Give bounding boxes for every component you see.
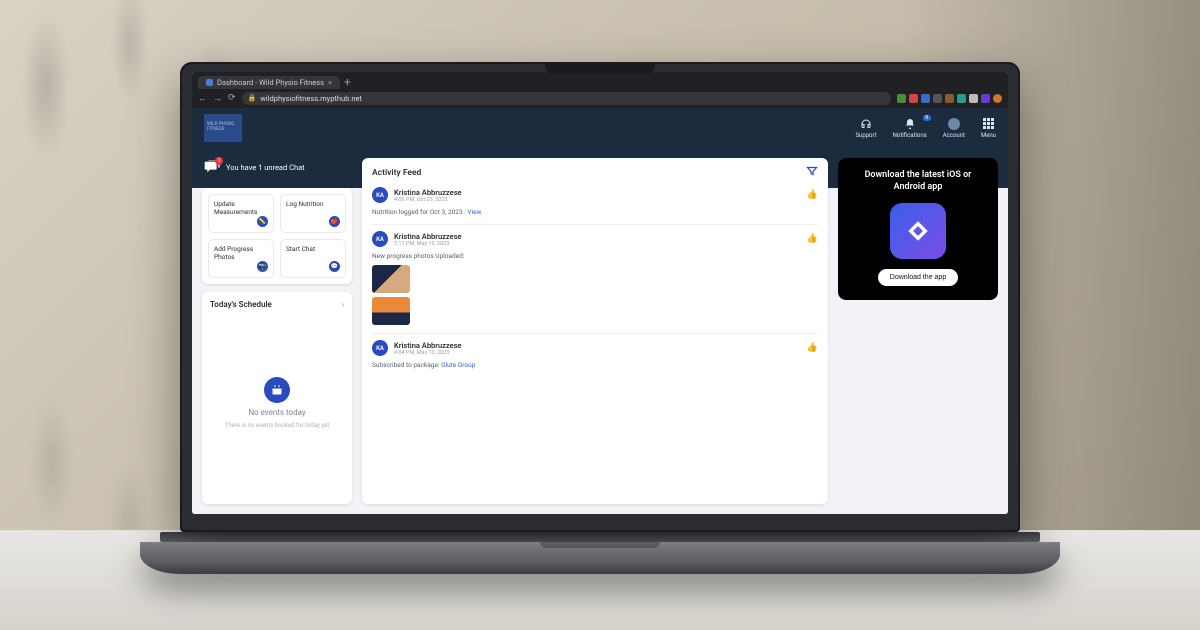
quick-actions: Update Measurements 📏 Log Nutrition 🍎 Ad…: [202, 188, 352, 284]
like-button[interactable]: 👍: [807, 343, 818, 353]
extension-icon[interactable]: [957, 94, 966, 103]
quick-action-label: Update Measurements: [214, 200, 268, 216]
feed-post: KA Kristina Abbruzzese 4:06 PM, Oct 03, …: [372, 187, 818, 216]
avatar[interactable]: KA: [372, 187, 388, 203]
post-text: New progress photos Uploaded:: [372, 252, 464, 260]
notifications-button[interactable]: 9 Notifications: [893, 118, 927, 139]
like-button[interactable]: 👍: [807, 234, 818, 244]
close-tab-icon[interactable]: ×: [328, 78, 332, 87]
notifications-label: Notifications: [893, 132, 927, 139]
notification-badge: 9: [923, 115, 931, 121]
calendar-icon: [264, 377, 290, 403]
lock-icon: 🔒: [248, 94, 257, 102]
avatar[interactable]: KA: [372, 231, 388, 247]
post-timestamp: 4:04 PM, May 10, 2023: [394, 350, 462, 356]
laptop-hinge: [160, 532, 1040, 542]
extension-icon[interactable]: [981, 94, 990, 103]
schedule-title: Today's Schedule: [210, 300, 272, 309]
log-nutrition-button[interactable]: Log Nutrition 🍎: [280, 194, 346, 233]
post-text: Nutrition logged for Oct 3, 2023 :: [372, 208, 467, 216]
chat-banner-text: You have 1 unread Chat: [226, 163, 305, 172]
camera-icon: 📷: [257, 261, 268, 272]
download-app-promo: Download the latest iOS or Android app D…: [838, 158, 998, 300]
todays-schedule-card: Today's Schedule › No events today There…: [202, 292, 352, 504]
extension-icon[interactable]: [909, 94, 918, 103]
activity-feed-title: Activity Feed: [372, 168, 421, 178]
chat-icon: 1: [204, 160, 220, 174]
feed-post: KA Kristina Abbruzzese 3:11 PM, May 10, …: [372, 224, 818, 325]
menu-label: Menu: [981, 132, 996, 139]
quick-action-label: Log Nutrition: [286, 200, 340, 208]
activity-feed: Activity Feed KA Kristina Abbruzzese: [362, 158, 828, 504]
app-icon: [890, 203, 946, 259]
post-author[interactable]: Kristina Abbruzzese: [394, 341, 462, 350]
quick-action-label: Start Chat: [286, 245, 340, 253]
progress-photo-thumbnail[interactable]: [372, 265, 410, 293]
update-measurements-button[interactable]: Update Measurements 📏: [208, 194, 274, 233]
app-header: WILD PHYSIO FITNESS Support: [192, 108, 1008, 148]
chat-icon: 💬: [329, 261, 340, 272]
post-author[interactable]: Kristina Abbruzzese: [394, 188, 462, 197]
post-timestamp: 4:06 PM, Oct 03, 2023: [394, 197, 462, 203]
promo-title: Download the latest iOS or Android app: [850, 170, 986, 193]
start-chat-button[interactable]: Start Chat 💬: [280, 239, 346, 278]
ruler-icon: 📏: [257, 216, 268, 227]
account-label: Account: [943, 132, 965, 139]
chat-count-badge: 1: [215, 157, 223, 165]
bell-icon: [904, 118, 916, 130]
url-text: wildphysiofitness.mypthub.net: [260, 94, 362, 103]
schedule-empty-title: No events today: [248, 408, 305, 417]
back-button[interactable]: ←: [198, 93, 207, 104]
progress-photo-thumbnail[interactable]: [372, 297, 410, 325]
headset-icon: [860, 118, 872, 130]
avatar-icon: [948, 118, 960, 130]
brand-logo[interactable]: WILD PHYSIO FITNESS: [204, 114, 242, 142]
profile-avatar-icon[interactable]: [993, 94, 1002, 103]
feed-post: KA Kristina Abbruzzese 4:04 PM, May 10, …: [372, 333, 818, 369]
extension-tray: [897, 94, 1002, 103]
post-timestamp: 3:11 PM, May 10, 2023: [394, 241, 462, 247]
favicon-icon: [206, 79, 213, 86]
like-button[interactable]: 👍: [807, 190, 818, 200]
add-progress-photos-button[interactable]: Add Progress Photos 📷: [208, 239, 274, 278]
laptop-base: [140, 542, 1060, 574]
grid-icon: [982, 118, 994, 130]
new-tab-button[interactable]: +: [344, 76, 351, 88]
extension-icon[interactable]: [945, 94, 954, 103]
account-button[interactable]: Account: [943, 118, 965, 139]
menu-button[interactable]: Menu: [981, 118, 996, 139]
filter-icon[interactable]: [806, 165, 818, 180]
unread-chat-banner[interactable]: 1 You have 1 unread Chat: [202, 158, 352, 180]
post-author[interactable]: Kristina Abbruzzese: [394, 232, 462, 241]
post-link[interactable]: View: [467, 208, 481, 216]
browser-chrome: Dashboard - Wild Physio Fitness × + ← → …: [192, 72, 1008, 108]
chevron-right-icon[interactable]: ›: [342, 300, 344, 309]
laptop-frame: Dashboard - Wild Physio Fitness × + ← → …: [180, 62, 1020, 574]
browser-tab[interactable]: Dashboard - Wild Physio Fitness ×: [198, 76, 340, 89]
avatar[interactable]: KA: [372, 340, 388, 356]
support-button[interactable]: Support: [855, 118, 876, 139]
extension-icon[interactable]: [897, 94, 906, 103]
schedule-empty-subtitle: There is no events booked for today yet: [225, 422, 330, 429]
laptop-notch: [545, 62, 655, 74]
reload-button[interactable]: ⟳: [228, 93, 236, 103]
post-link[interactable]: Glute Group: [441, 361, 475, 369]
tab-title: Dashboard - Wild Physio Fitness: [217, 78, 324, 87]
address-bar[interactable]: 🔒 wildphysiofitness.mypthub.net: [242, 92, 891, 105]
extension-icon[interactable]: [921, 94, 930, 103]
extension-icon[interactable]: [969, 94, 978, 103]
download-app-button[interactable]: Download the app: [878, 269, 958, 286]
post-text: Subscribed to package:: [372, 361, 441, 369]
forward-button[interactable]: →: [213, 93, 222, 104]
extension-icon[interactable]: [933, 94, 942, 103]
quick-action-label: Add Progress Photos: [214, 245, 268, 261]
support-label: Support: [855, 132, 876, 139]
nutrition-icon: 🍎: [329, 216, 340, 227]
